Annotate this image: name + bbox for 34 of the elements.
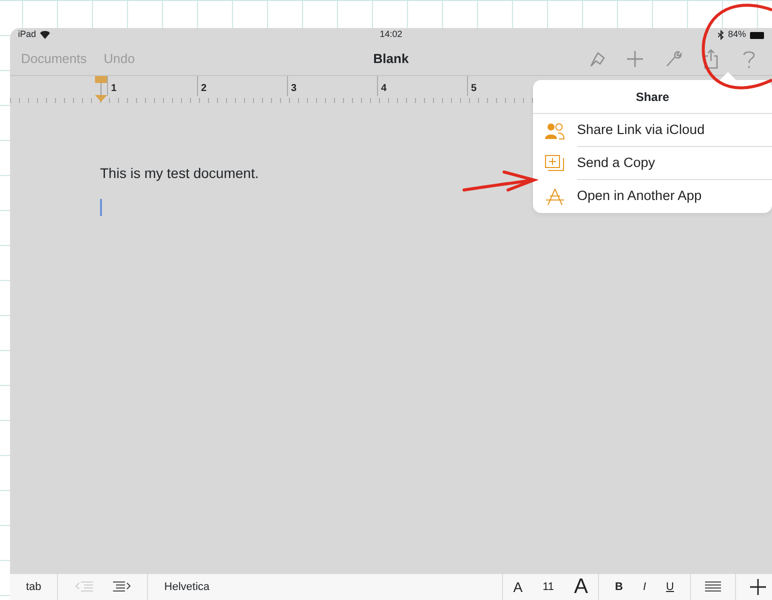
share-option[interactable]: Open in Another App — [577, 186, 702, 207]
decrease-size-button[interactable]: A — [503, 574, 533, 600]
document-title: Blank — [373, 50, 409, 66]
bold-button[interactable]: B — [605, 574, 633, 600]
font-size[interactable]: 11 — [532, 574, 564, 600]
popover-title: Share — [533, 80, 772, 114]
share-option[interactable]: Share Link via iCloud — [577, 120, 705, 140]
ruler-number: 3 — [291, 83, 297, 94]
battery-icon — [750, 32, 764, 38]
increase-size-button[interactable]: A — [564, 574, 598, 600]
ruler-number: 2 — [201, 83, 207, 94]
battery-percentage: 84% — [728, 28, 746, 42]
indent-marker-icon — [94, 76, 108, 103]
ruler-number: 5 — [471, 83, 477, 94]
wifi-icon — [40, 31, 50, 39]
status-time: 14:02 — [380, 29, 402, 40]
share-option[interactable]: Send a Copy — [577, 152, 656, 174]
italic-button[interactable]: I — [632, 574, 656, 600]
font-name[interactable]: Helvetica — [148, 578, 210, 596]
align-icon — [705, 581, 721, 593]
bluetooth-icon — [718, 30, 724, 40]
outdent-icon — [74, 581, 93, 593]
people-icon — [545, 122, 565, 140]
app-store-icon — [545, 188, 565, 206]
document-text: This is my test document. — [100, 164, 259, 183]
indent-icon — [112, 581, 131, 593]
text-cursor — [100, 199, 102, 216]
copy-icon — [545, 154, 565, 172]
add-icon — [750, 579, 766, 595]
device-name: iPad — [18, 28, 36, 42]
ruler-number: 1 — [111, 83, 117, 94]
tab-button[interactable]: tab — [16, 574, 52, 600]
ruler-number: 4 — [381, 83, 387, 94]
underline-button[interactable]: U — [656, 574, 684, 600]
